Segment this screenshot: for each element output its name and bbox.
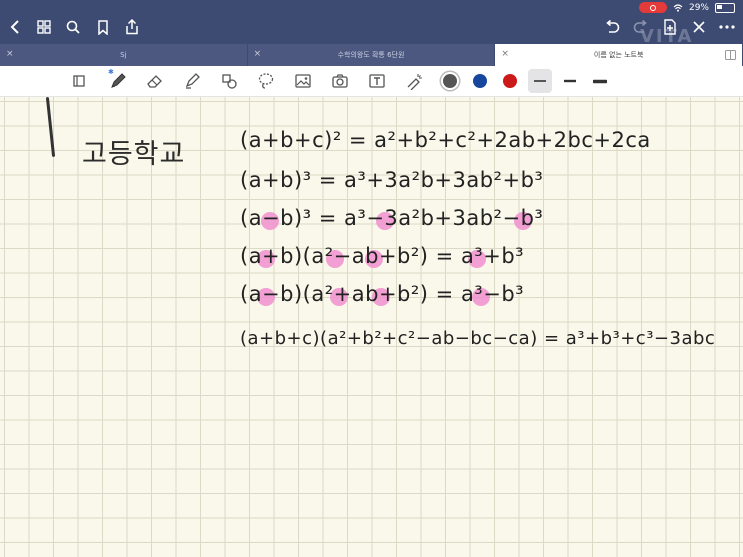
stroke-width-thin[interactable] <box>530 71 550 91</box>
shapes-tool[interactable] <box>219 71 239 91</box>
eraser-icon <box>147 75 162 88</box>
laser-pointer-tool[interactable] <box>404 71 424 91</box>
tab-label: 수학의왕도 확통 6단원 <box>337 51 405 59</box>
pen-tool[interactable]: ✱ <box>108 68 128 91</box>
back-button[interactable] <box>6 18 24 36</box>
equation-line: (a+b)(a²−ab+b²) = a³+b³ <box>240 244 525 268</box>
bluetooth-icon: ✱ <box>108 68 114 76</box>
grid-view-button[interactable] <box>35 18 53 36</box>
redo-icon <box>633 20 647 33</box>
equation-line: (a−b)(a²+ab+b²) = a³−b³ <box>240 282 525 306</box>
eraser-tool[interactable] <box>145 71 165 91</box>
undo-button[interactable] <box>603 18 621 36</box>
equation-line: (a+b+c)(a²+b²+c²−ab−bc−ca) = a³+b³+c³−3a… <box>240 328 716 349</box>
more-icon <box>719 25 735 29</box>
highlighter-icon <box>185 73 200 89</box>
text-icon <box>369 74 385 88</box>
status-bar: 29% <box>638 2 735 13</box>
equation-line: (a+b)³ = a³+3a²b+3ab²+b³ <box>240 168 544 192</box>
thin-line-icon <box>534 80 546 82</box>
laser-pointer-icon <box>407 74 422 90</box>
read-mode-icon <box>73 75 85 87</box>
tab-math-king[interactable]: × 수학의왕도 확통 6단원 <box>247 44 496 66</box>
screen-recording-indicator <box>638 2 667 13</box>
image-tool[interactable] <box>293 71 313 91</box>
grid-icon <box>37 20 51 34</box>
tab-sj[interactable]: × Sj <box>0 44 248 66</box>
highlighter-tool[interactable] <box>182 71 202 91</box>
equation-line: (a+b+c)² = a²+b²+c²+2ab+2bc+2ca <box>240 128 651 152</box>
lasso-icon <box>258 73 274 89</box>
chevron-left-icon <box>10 20 19 34</box>
document-tabs: × Sj × 수학의왕도 확통 6단원 × 이름 없는 노트북 <box>0 44 743 66</box>
tab-close-icon[interactable]: × <box>254 49 262 59</box>
text-tool[interactable] <box>367 71 387 91</box>
share-button[interactable] <box>123 18 141 36</box>
read-mode-tool[interactable] <box>70 71 90 91</box>
lasso-tool[interactable] <box>256 71 276 91</box>
battery-percent: 29% <box>688 2 709 13</box>
shapes-icon <box>222 74 237 89</box>
drawing-toolbar: ✱ <box>0 66 743 97</box>
image-icon <box>295 74 311 88</box>
close-icon <box>693 21 705 33</box>
undo-icon <box>606 20 620 33</box>
battery-icon <box>715 2 735 13</box>
stroke-width-medium[interactable] <box>560 71 580 91</box>
tab-close-icon[interactable]: × <box>501 49 509 59</box>
app-top-bar: 29% VITA <box>0 0 743 47</box>
equation-line: (a−b)³ = a³−3a²b+3ab²−b³ <box>240 206 544 230</box>
thick-line-icon <box>593 79 607 83</box>
share-icon <box>126 19 138 35</box>
redo-button[interactable] <box>632 18 650 36</box>
color-swatch-red[interactable] <box>503 74 517 88</box>
split-view-icon[interactable] <box>725 50 737 60</box>
color-swatch-gray[interactable] <box>443 74 457 88</box>
color-swatch-blue[interactable] <box>473 74 487 88</box>
close-button[interactable] <box>690 18 708 36</box>
camera-tool[interactable] <box>330 71 350 91</box>
search-button[interactable] <box>64 18 82 36</box>
stroke-width-thick[interactable] <box>590 71 610 91</box>
add-page-button[interactable] <box>661 18 679 36</box>
search-icon <box>66 20 80 34</box>
bookmark-button[interactable] <box>94 18 112 36</box>
handwritten-label: 고등학교 <box>82 139 186 170</box>
tab-close-icon[interactable]: × <box>6 49 14 59</box>
bookmark-icon <box>98 19 108 35</box>
tab-label: Sj <box>120 51 127 59</box>
wifi-icon <box>673 3 683 12</box>
more-button[interactable] <box>718 18 736 36</box>
add-page-icon <box>664 19 676 35</box>
tab-label: 이름 없는 노트북 <box>593 51 644 59</box>
medium-line-icon <box>564 79 576 83</box>
tab-untitled-notebook[interactable]: × 이름 없는 노트북 <box>495 44 743 66</box>
camera-icon <box>332 74 348 88</box>
